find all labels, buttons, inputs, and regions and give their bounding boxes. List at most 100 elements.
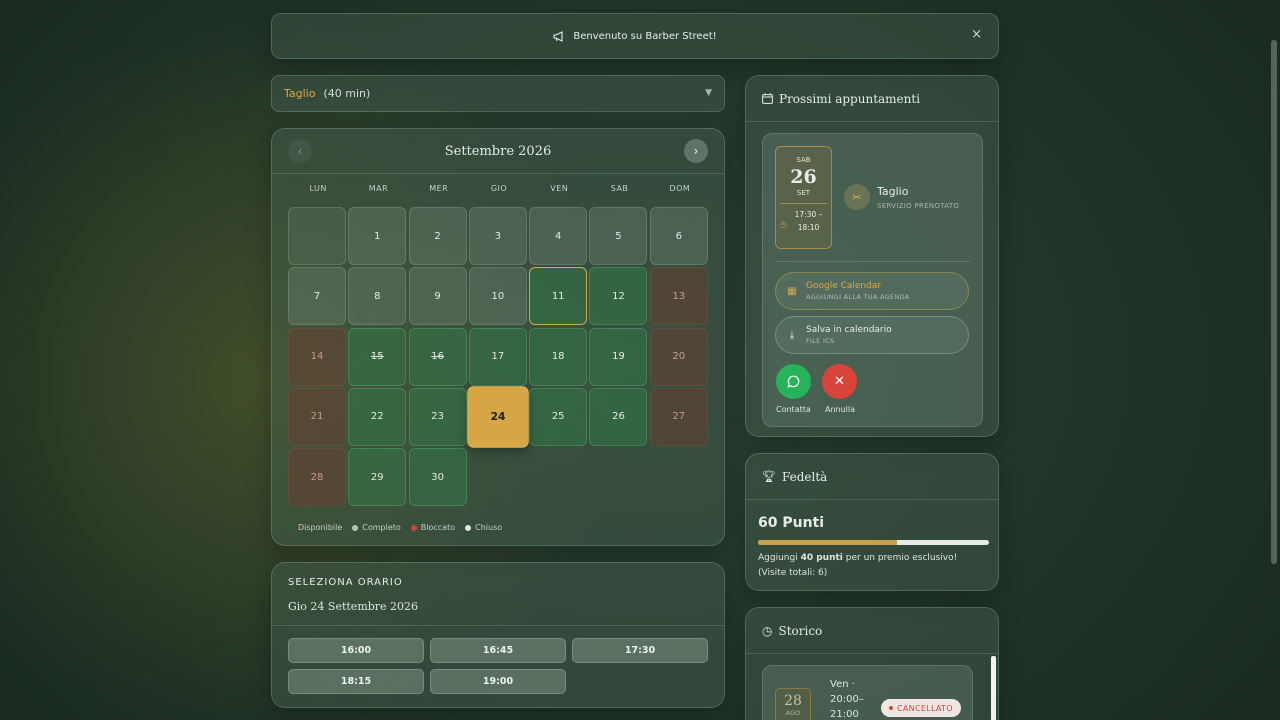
history-scrollbar[interactable] (991, 656, 996, 720)
calendar-day[interactable]: 30 (408, 448, 467, 507)
calendar-day[interactable]: 1 (348, 207, 407, 265)
history-title: ◷ Storico (746, 608, 998, 654)
loyalty-panel: 🏆︎ Fedeltà 60 Punti Aggiungi 40 punti pe… (745, 453, 999, 591)
appointments-title: Prossimi appuntamenti (746, 76, 998, 122)
clock-icon: ◷ (780, 220, 787, 229)
time-slot-button[interactable]: 17:30 (572, 638, 708, 663)
appointment-date-box: SAB 26 SET ◷ 17:30 – 18:10 (775, 146, 832, 249)
appointment-service-sub: SERVIZIO PRENOTATO (877, 202, 960, 210)
save-ics-label: Salva in calendario (806, 325, 892, 335)
status-badge: CANCELLATO (881, 699, 961, 717)
loyalty-title-text: Fedeltà (781, 469, 828, 484)
loyalty-progress-fill (758, 540, 897, 545)
appointment-weekday: SAB (796, 156, 811, 164)
chat-icon (787, 375, 800, 388)
calendar-day[interactable]: 14 (288, 327, 346, 386)
history-time: Ven · 20:00– 21:00 (830, 679, 864, 720)
google-calendar-label: Google Calendar (806, 281, 882, 291)
cancel-label: Annulla (825, 405, 856, 414)
legend-label: Disponibile (298, 523, 343, 532)
calendar-day[interactable]: 20 (649, 327, 708, 386)
calendar-icon: ▦ (787, 285, 797, 297)
calendar: ‹ Settembre 2026 › LUN MAR MER GIO VEN S… (271, 128, 725, 546)
save-ics-button[interactable]: ⤓ Salva in calendario FILE ICS (775, 316, 969, 354)
calendar-day[interactable]: 11 (529, 267, 588, 326)
calendar-day[interactable]: 22 (348, 387, 407, 446)
time-slot-button[interactable]: 16:45 (430, 638, 566, 663)
service-duration: (40 min) (323, 87, 371, 100)
time-slot-button[interactable]: 16:00 (288, 638, 424, 663)
time-slot-panel: SELEZIONA ORARIO Gio 24 Settembre 2026 1… (271, 562, 725, 708)
service-select[interactable]: Taglio (40 min) ▼ (271, 75, 725, 112)
history-month: AGO (785, 709, 801, 717)
calendar-day[interactable]: 29 (348, 448, 407, 507)
calendar-header: ‹ Settembre 2026 › (272, 129, 724, 174)
welcome-banner: Benvenuto su Barber Street! × (271, 13, 999, 59)
calendar-day[interactable]: 18 (529, 327, 588, 386)
appointment-time-end: 18:10 (797, 223, 820, 232)
upcoming-appointments-panel: Prossimi appuntamenti SAB 26 SET ◷ 17:30… (745, 75, 999, 437)
contact-button[interactable] (776, 364, 811, 399)
calendar-day[interactable]: 17 (468, 327, 527, 386)
legend-item: Completo (352, 523, 401, 532)
time-slot-button[interactable]: 18:15 (288, 669, 424, 694)
save-ics-sub: FILE ICS (806, 337, 835, 345)
calendar-day[interactable]: 15 (348, 327, 407, 386)
chevron-down-icon: ▼ (705, 88, 712, 98)
page-scrollbar[interactable] (1271, 40, 1277, 564)
close-icon: ✕ (834, 374, 845, 389)
loyalty-message: Aggiungi 40 punti per un premio esclusiv… (758, 553, 958, 578)
calendar-day[interactable]: 8 (348, 267, 407, 326)
legend-item: Chiuso (465, 523, 502, 532)
close-icon[interactable]: × (971, 27, 982, 42)
calendar-day[interactable]: 2 (408, 207, 467, 265)
appointments-title-text: Prossimi appuntamenti (779, 91, 921, 106)
calendar-day[interactable]: 27 (649, 387, 708, 446)
calendar-day[interactable]: 25 (529, 387, 588, 446)
time-slot-grid: 16:00 16:45 17:30 18:15 19:00 (288, 638, 708, 694)
cancel-appointment-button[interactable]: ✕ (822, 364, 857, 399)
calendar-icon (762, 93, 773, 104)
history-title-text: Storico (778, 623, 823, 638)
calendar-day[interactable]: 13 (649, 267, 708, 326)
calendar-day[interactable]: 26 (589, 387, 648, 446)
calendar-day[interactable]: 7 (288, 267, 346, 326)
history-panel: ◷ Storico 28 AGO Ven · 20:00– 21:00 CANC… (745, 607, 999, 720)
calendar-legend: Disponibile Completo Bloccato Chiuso (288, 523, 502, 532)
calendar-day[interactable]: 28 (288, 448, 346, 507)
calendar-day[interactable]: 23 (408, 387, 467, 446)
history-day: 28 (784, 693, 802, 709)
time-slot-button[interactable]: 19:00 (430, 669, 566, 694)
google-calendar-sub: AGGIUNGI ALLA TUA AGENDA (806, 293, 910, 301)
loyalty-progress-bar (758, 540, 989, 545)
weekday-label: MAR (368, 184, 389, 193)
calendar-empty-cell (288, 207, 346, 265)
calendar-day[interactable]: 16 (408, 327, 467, 386)
calendar-day[interactable]: 3 (468, 207, 527, 265)
weekday-label: GIO (490, 184, 508, 193)
weekday-label: SAB (610, 184, 629, 193)
history-item: 28 AGO Ven · 20:00– 21:00 CANCELLATO (762, 665, 973, 720)
weekday-label: DOM (669, 184, 691, 193)
appointment-month: SET (796, 189, 811, 197)
calendar-day[interactable]: 9 (408, 267, 467, 326)
calendar-day[interactable]: 24 (467, 386, 529, 448)
legend-label: Bloccato (420, 523, 456, 532)
calendar-day[interactable]: 10 (468, 267, 527, 326)
calendar-day[interactable]: 21 (288, 387, 346, 446)
next-month-button[interactable]: › (684, 139, 708, 163)
calendar-day[interactable]: 5 (589, 207, 648, 265)
selected-date: Gio 24 Settembre 2026 (288, 600, 419, 613)
weekday-label: LUN (309, 184, 327, 193)
google-calendar-button[interactable]: ▦ Google Calendar AGGIUNGI ALLA TUA AGEN… (775, 272, 969, 310)
calendar-day[interactable]: 4 (529, 207, 588, 265)
prev-month-button[interactable]: ‹ (288, 139, 312, 163)
download-icon: ⤓ (789, 329, 795, 341)
divider (272, 625, 724, 626)
history-date-box: 28 AGO (775, 688, 811, 720)
calendar-month-title: Settembre 2026 (444, 143, 552, 159)
weekday-label: VEN (550, 184, 569, 193)
calendar-day[interactable]: 6 (649, 207, 708, 265)
calendar-day[interactable]: 19 (589, 327, 648, 386)
calendar-day[interactable]: 12 (589, 267, 648, 326)
